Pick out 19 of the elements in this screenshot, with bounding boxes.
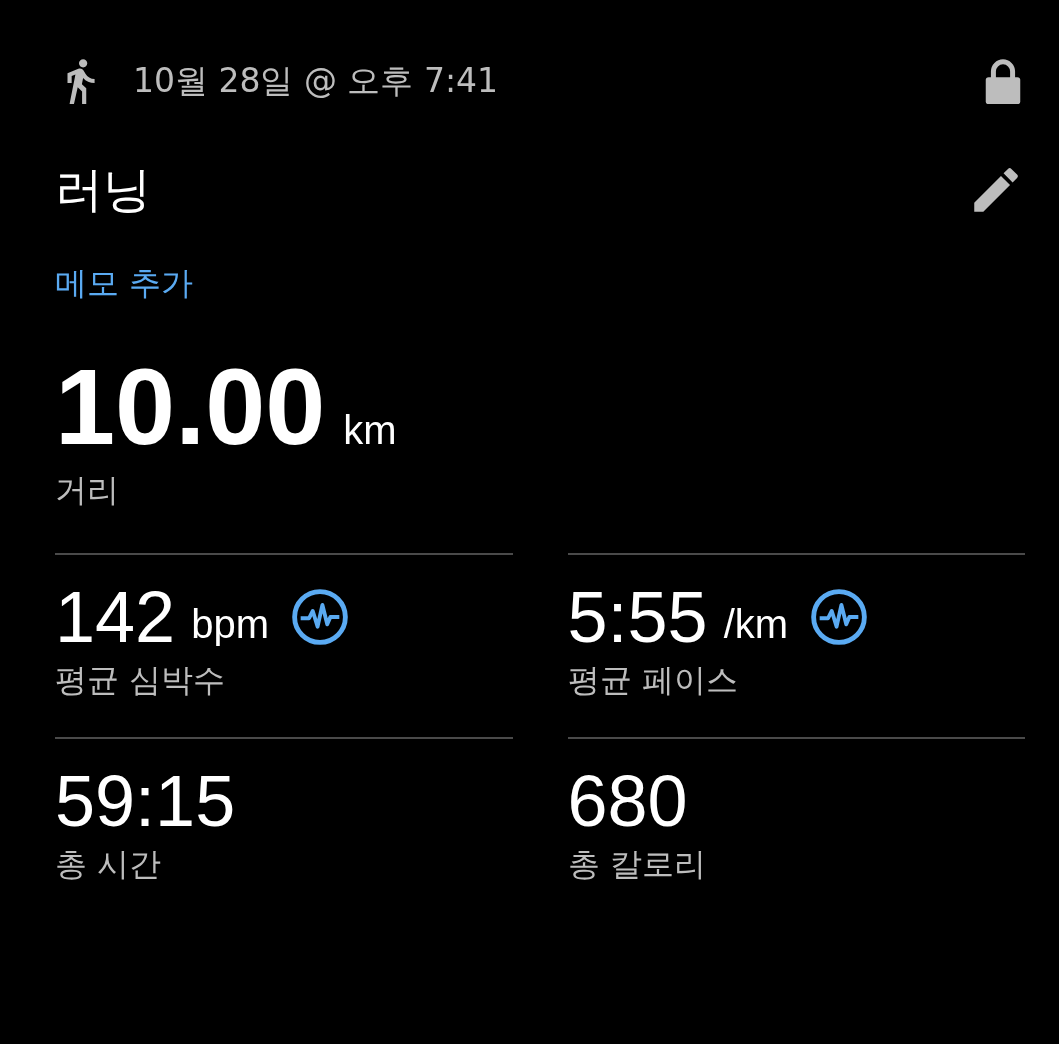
stat-value: 142 [55,576,176,658]
heartbeat-chart-icon[interactable] [290,588,349,646]
distance-value: 10.00 [55,345,326,469]
stat-unit: /km [723,601,789,647]
stat-label: 평균 심박수 [55,660,227,701]
stat-label: 총 시간 [55,844,163,885]
distance-unit: km [343,408,397,453]
distance-label: 거리 [55,470,120,511]
stat-label: 총 칼로리 [567,844,707,885]
stat-label: 평균 페이스 [567,660,739,701]
stat-unit: bpm [191,601,269,647]
stat-value: 680 [567,760,688,842]
workout-title: 러닝 [55,160,151,219]
workout-date: 10월 28일 @ 오후 7:41 [133,59,500,102]
add-memo-link[interactable]: 메모 추가 [55,262,194,306]
stat-value: 59:15 [55,760,236,842]
lock-icon[interactable] [983,58,1023,104]
stat-value: 5:55 [567,576,708,658]
heartbeat-chart-icon[interactable] [810,588,869,646]
